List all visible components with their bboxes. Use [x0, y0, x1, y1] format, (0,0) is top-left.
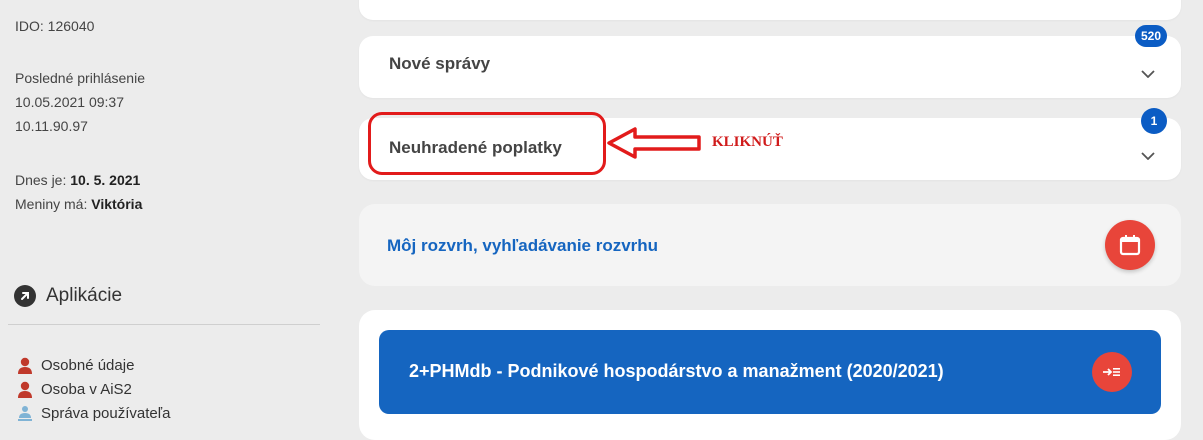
schedule-card[interactable]: Môj rozvrh, vyhľadávanie rozvrhu [359, 204, 1181, 286]
today-value: 10. 5. 2021 [70, 172, 141, 188]
calendar-icon [1119, 235, 1141, 256]
news-card[interactable]: Nové správy [359, 36, 1181, 98]
apps-heading: Aplikácie [14, 282, 122, 310]
news-badge: 520 [1135, 25, 1167, 47]
chevron-down-icon[interactable] [1141, 152, 1155, 160]
last-login-label: Posledné prihlásenie [15, 70, 145, 86]
study-program-banner[interactable]: 2+PHMdb - Podnikové hospodárstvo a manaž… [379, 330, 1161, 414]
sidebar-link-label: Osoba v AiS2 [41, 380, 132, 398]
annotation-arrow-icon [607, 127, 701, 159]
ido-text: IDO: 126040 [15, 18, 95, 34]
top-card [359, 0, 1181, 20]
today-label: Dnes je: [15, 172, 67, 188]
fees-badge: 1 [1141, 108, 1167, 134]
annotation-label: KLIKNÚŤ [712, 134, 783, 150]
sidebar-link-label: Osobné údaje [41, 356, 135, 374]
annotation-highlight-box [368, 112, 606, 175]
schedule-link[interactable]: Môj rozvrh, vyhľadávanie rozvrhu [387, 236, 658, 256]
nameday-label: Meniny má: [15, 196, 88, 212]
last-login-ip: 10.11.90.97 [15, 118, 88, 134]
sidebar-link-person-ais2[interactable]: Osoba v AiS2 [17, 379, 132, 399]
person-icon [18, 381, 32, 398]
sidebar-link-user-admin[interactable]: Správa používateľa [17, 403, 170, 423]
study-program-title: 2+PHMdb - Podnikové hospodárstvo a manaž… [409, 361, 944, 381]
nameday-value: Viktória [91, 196, 143, 212]
news-title: Nové správy [389, 54, 491, 73]
chevron-down-icon[interactable] [1141, 70, 1155, 78]
enter-list-icon [1103, 368, 1120, 376]
sidebar-link-label: Správa používateľa [41, 404, 171, 422]
calendar-button[interactable] [1105, 220, 1155, 270]
apps-heading-label: Aplikácie [46, 285, 123, 306]
arrow-circle-icon [14, 285, 36, 307]
person-icon [18, 357, 32, 374]
sidebar: IDO: 126040 Posledné prihlásenie 10.05.2… [0, 0, 336, 426]
enter-study-button[interactable] [1092, 352, 1132, 392]
last-login-date: 10.05.2021 09:37 [15, 94, 124, 110]
today-row: Dnes je: 10. 5. 2021 [15, 170, 140, 190]
sidebar-link-personal-data[interactable]: Osobné údaje [17, 355, 134, 375]
nameday-row: Meniny má: Viktória [15, 194, 142, 214]
sidebar-divider [8, 324, 320, 325]
user-admin-icon [18, 405, 32, 421]
study-card: 2+PHMdb - Podnikové hospodárstvo a manaž… [359, 310, 1181, 440]
